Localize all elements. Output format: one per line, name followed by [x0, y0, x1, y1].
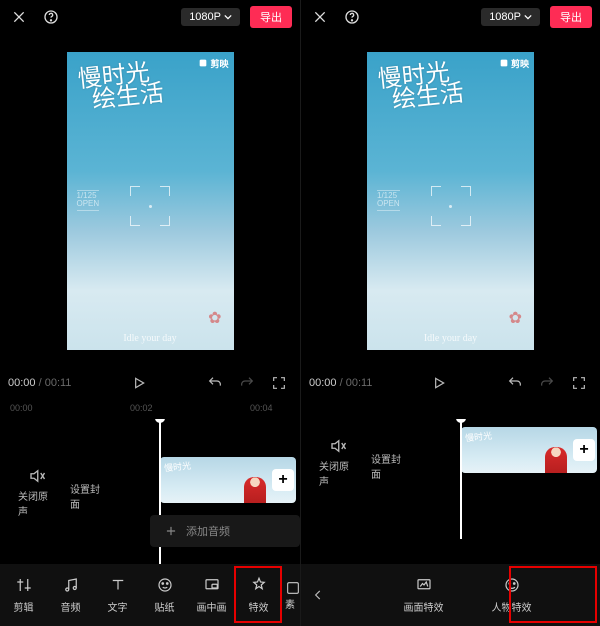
tool-edit[interactable]: 剪辑 — [0, 570, 47, 620]
set-cover-button[interactable]: 设置封面 — [371, 444, 409, 481]
cover-label: 设置封面 — [371, 451, 409, 481]
resolution-button[interactable]: 1080P — [181, 8, 240, 26]
time-ruler[interactable]: 00:00 00:02 00:04 — [0, 399, 300, 419]
play-icon[interactable] — [128, 372, 150, 394]
exposure-overlay: 1/125 OPEN — [377, 190, 400, 212]
close-icon[interactable] — [8, 6, 30, 28]
top-bar: 1080P 导出 — [0, 0, 300, 34]
bottom-toolbar: 画面特效 人物特效 — [301, 564, 600, 626]
tool-fx[interactable]: 特效 — [235, 570, 282, 620]
resolution-label: 1080P — [189, 11, 221, 23]
add-clip-button[interactable]: + — [272, 469, 294, 491]
undo-icon[interactable] — [206, 374, 224, 392]
flower-stamp: ✿ — [509, 308, 522, 328]
add-audio-label: 添加音频 — [186, 523, 230, 539]
video-canvas[interactable]: 剪映 慢时光 绘生活 1/125 OPEN ✿ Idle your day — [367, 52, 534, 350]
undo-icon[interactable] — [506, 374, 524, 392]
close-icon[interactable] — [309, 6, 331, 28]
video-clip[interactable]: 慢时光 + — [160, 457, 296, 503]
timeline[interactable]: 关闭原声 设置封面 慢时光 + 添加音频 — [0, 419, 300, 564]
chevron-down-icon — [524, 13, 532, 21]
export-button[interactable]: 导出 — [250, 6, 292, 28]
add-audio-row[interactable]: 添加音频 — [150, 515, 300, 547]
overlay-title: 慢时光 绘生活 — [377, 61, 465, 113]
tool-pip[interactable]: 画中画 — [188, 570, 235, 620]
time-display: 00:00 / 00:11 — [8, 377, 71, 389]
time-ruler[interactable] — [301, 399, 600, 419]
help-icon[interactable] — [341, 6, 363, 28]
chevron-down-icon — [224, 13, 232, 21]
back-icon[interactable] — [301, 588, 335, 602]
playback-bar: 00:00 / 00:11 — [0, 367, 300, 399]
mute-toggle[interactable]: 关闭原声 — [18, 467, 56, 518]
mute-label: 关闭原声 — [18, 488, 56, 518]
playhead[interactable] — [460, 419, 462, 539]
tool-material-partial[interactable]: 素 — [285, 567, 299, 623]
time-display: 00:00 / 00:11 — [309, 377, 372, 389]
preview-area: 剪映 慢时光 绘生活 1/125 OPEN ✿ Idle your day — [0, 34, 300, 367]
tool-screen-fx[interactable]: 画面特效 — [380, 570, 468, 620]
resolution-label: 1080P — [489, 11, 521, 23]
add-clip-button[interactable]: + — [573, 439, 595, 461]
tool-text[interactable]: 文字 — [94, 570, 141, 620]
help-icon[interactable] — [40, 6, 62, 28]
top-bar: 1080P 导出 — [301, 0, 600, 34]
signature-overlay: Idle your day — [67, 333, 234, 344]
playback-bar: 00:00 / 00:11 — [301, 367, 600, 399]
tool-person-fx[interactable]: 人物特效 — [468, 570, 556, 620]
app-watermark: 剪映 — [198, 57, 228, 70]
play-icon[interactable] — [428, 372, 450, 394]
video-canvas[interactable]: 剪映 慢时光 绘生活 1/125 OPEN ✿ Idle your day — [67, 52, 234, 350]
redo-icon[interactable] — [538, 374, 556, 392]
tool-sticker[interactable]: 贴纸 — [141, 570, 188, 620]
flower-stamp: ✿ — [208, 308, 221, 328]
exposure-overlay: 1/125 OPEN — [77, 190, 100, 212]
redo-icon[interactable] — [238, 374, 256, 392]
timeline[interactable]: 关闭原声 设置封面 慢时光 + — [301, 419, 600, 564]
fullscreen-icon[interactable] — [270, 374, 288, 392]
preview-area: 剪映 慢时光 绘生活 1/125 OPEN ✿ Idle your day — [301, 34, 600, 367]
mute-label: 关闭原声 — [319, 458, 357, 488]
video-clip[interactable]: 慢时光 + — [461, 427, 597, 473]
focus-frame-overlay — [130, 186, 170, 226]
cover-label: 设置封面 — [70, 481, 108, 511]
overlay-title: 慢时光 绘生活 — [76, 61, 164, 113]
app-watermark: 剪映 — [499, 57, 529, 70]
bottom-toolbar: 剪辑 音频 文字 贴纸 画中画 特效 素 — [0, 564, 300, 626]
mute-toggle[interactable]: 关闭原声 — [319, 437, 357, 488]
focus-frame-overlay — [431, 186, 471, 226]
fullscreen-icon[interactable] — [570, 374, 588, 392]
resolution-button[interactable]: 1080P — [481, 8, 540, 26]
signature-overlay: Idle your day — [367, 333, 534, 344]
export-button[interactable]: 导出 — [550, 6, 592, 28]
tool-audio[interactable]: 音频 — [47, 570, 94, 620]
set-cover-button[interactable]: 设置封面 — [70, 474, 108, 511]
